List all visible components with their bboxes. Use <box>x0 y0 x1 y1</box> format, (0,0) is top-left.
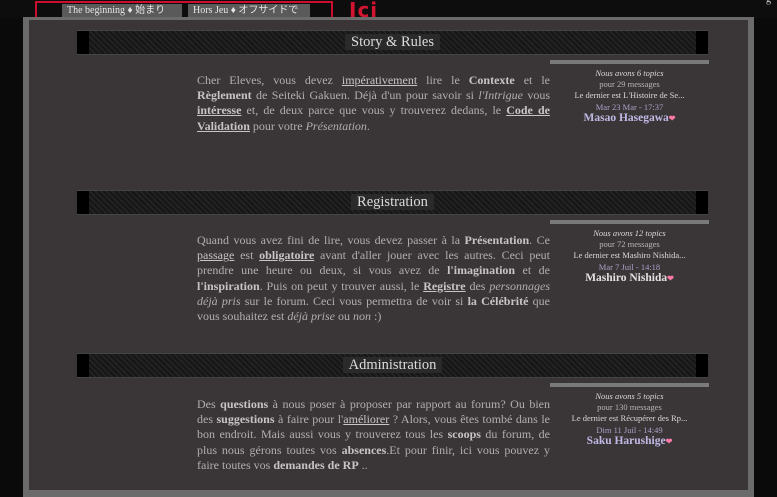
forum-description: Quand vous avez fini de lire, vous devez… <box>197 233 551 324</box>
forum-stats: Nous avons 5 topics pour 130 messages Le… <box>550 383 709 447</box>
link-imperativement[interactable]: impérativement <box>342 73 417 87</box>
heart-icon: ❤ <box>668 113 676 123</box>
link-ameliorer[interactable]: améliorer <box>343 412 389 426</box>
last-poster[interactable]: Masao Hasegawa❤ <box>550 112 709 124</box>
heart-icon: ❤ <box>667 273 674 283</box>
link-registre[interactable]: Registre <box>423 279 465 293</box>
forum-description: Des questions à nous poser à proposer pa… <box>197 397 551 472</box>
message-count: pour 72 messages <box>599 239 660 250</box>
stats-divider <box>550 60 709 64</box>
last-post-link[interactable]: Le dernier est Récupérer des Rp... <box>550 413 709 424</box>
link-passage[interactable]: passage <box>197 248 234 262</box>
last-poster[interactable]: Saku Harushige❤ <box>550 435 709 447</box>
category-header-registration: Registration <box>77 190 708 215</box>
category-title[interactable]: Story & Rules <box>345 34 440 50</box>
category-title[interactable]: Registration <box>351 194 434 210</box>
forum-description: Cher Eleves, vous devez impérativement l… <box>197 73 550 133</box>
topic-count: Nous avons 12 topics <box>593 228 666 238</box>
link-obligatoire[interactable]: obligatoire <box>259 248 314 262</box>
category-title[interactable]: Administration <box>342 357 443 373</box>
forum-stats: Nous avons 6 topics pour 29 messages Le … <box>550 60 709 124</box>
last-poster[interactable]: Mashiro Nishida❤ <box>550 272 709 284</box>
message-count: pour 130 messages <box>597 402 662 413</box>
corner-text: g <box>766 0 771 5</box>
category-header-administration: Administration <box>77 353 708 378</box>
last-post-link[interactable]: Le dernier est Mashiro Nishida... <box>550 250 709 261</box>
category-header-story-rules: Story & Rules <box>77 30 708 55</box>
message-count: pour 29 messages <box>599 79 660 90</box>
stats-divider <box>550 383 709 387</box>
heart-icon: ❤ <box>665 436 673 446</box>
link-interesse[interactable]: intéresse <box>197 103 241 117</box>
stats-divider <box>550 220 709 224</box>
forum-stats: Nous avons 12 topics pour 72 messages Le… <box>550 220 709 284</box>
last-post-link[interactable]: Le dernier est L'Histoire de Se... <box>550 90 709 101</box>
topic-count: Nous avons 6 topics <box>595 68 664 78</box>
topic-count: Nous avons 5 topics <box>595 391 664 401</box>
